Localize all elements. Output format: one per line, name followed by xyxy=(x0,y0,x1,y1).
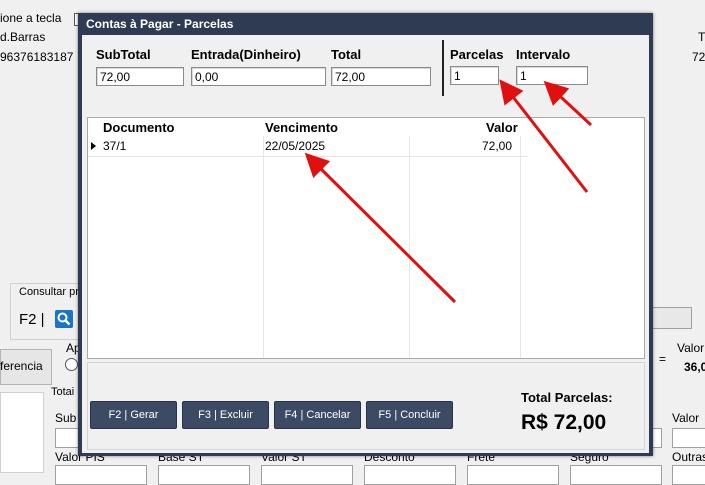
annotation-arrow xyxy=(304,152,457,304)
annotation-arrow xyxy=(499,79,589,193)
annotation-arrows xyxy=(304,79,593,304)
annotation-arrow xyxy=(543,80,593,127)
